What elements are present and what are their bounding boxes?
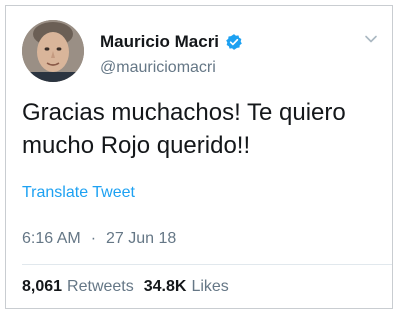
author-handle[interactable]: @mauriciomacri	[100, 59, 216, 77]
likes-stat[interactable]: 34.8K Likes	[144, 278, 229, 296]
likes-count: 34.8K	[143, 278, 187, 295]
tweet-date: 27 Jun 18	[106, 230, 177, 247]
tweet-header: Mauricio Macri @mauriciomacri	[22, 20, 382, 84]
retweets-stat[interactable]: 8,061 Retweets	[22, 278, 134, 296]
tweet-time: 6:16 AM	[22, 230, 81, 247]
timestamp-separator: ·	[90, 230, 97, 247]
tweet-card: Mauricio Macri @mauriciomacri Gracias mu…	[5, 5, 393, 309]
likes-label: Likes	[191, 278, 229, 295]
author-avatar[interactable]	[22, 20, 84, 82]
author-name[interactable]: Mauricio Macri	[100, 32, 219, 52]
retweets-label: Retweets	[67, 278, 134, 295]
stats-divider	[22, 264, 392, 265]
tweet-timestamp[interactable]: 6:16 AM · 27 Jun 18	[22, 230, 176, 248]
verified-badge-icon	[225, 33, 243, 51]
chevron-down-icon[interactable]	[364, 32, 378, 46]
retweets-count: 8,061	[22, 278, 63, 295]
tweet-text: Gracias muchachos! Te quiero mucho Rojo …	[22, 99, 346, 159]
author-name-row: Mauricio Macri	[100, 32, 243, 52]
tweet-stats: 8,061 Retweets 34.8K Likes	[22, 278, 239, 296]
translate-tweet-link[interactable]: Translate Tweet	[22, 184, 135, 202]
